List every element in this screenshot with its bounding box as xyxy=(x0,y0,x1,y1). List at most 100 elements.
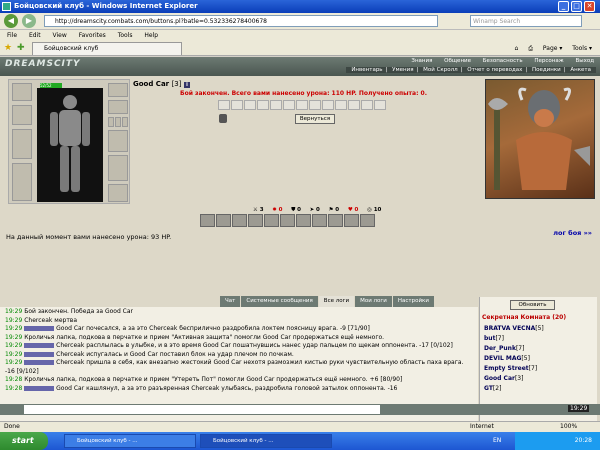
home-icon[interactable]: ⌂ xyxy=(514,45,518,52)
link-character[interactable]: Персонаж xyxy=(534,58,563,64)
close-button[interactable]: ✕ xyxy=(584,1,595,12)
top-links: Знания Общение Безопасность Персонаж Вых… xyxy=(401,58,594,64)
skill-slot[interactable] xyxy=(264,214,279,227)
chat-message-input[interactable] xyxy=(24,405,380,414)
info-icon[interactable]: i xyxy=(183,82,190,88)
link-knowledge[interactable]: Знания xyxy=(411,58,432,64)
amulet-slot[interactable] xyxy=(108,100,128,114)
ring-slot-2[interactable] xyxy=(115,117,121,127)
task-ie-2[interactable]: Бойцовский клуб - ... xyxy=(200,434,332,448)
tab-system-messages[interactable]: Системные сообщения xyxy=(241,296,318,307)
skill-slot[interactable] xyxy=(296,214,311,227)
tab-all-logs[interactable]: Все логи xyxy=(318,296,355,307)
item-slot[interactable] xyxy=(218,100,230,110)
start-button[interactable]: start xyxy=(0,432,48,450)
list-item[interactable]: BRATVA VECNA[5] xyxy=(484,324,544,334)
item-slot[interactable] xyxy=(348,100,360,110)
link-inventory[interactable]: Инвентарь xyxy=(351,67,382,73)
skill-slot[interactable] xyxy=(232,214,247,227)
ring-slot-3[interactable] xyxy=(122,117,128,127)
print-icon[interactable]: ⎙ xyxy=(528,45,533,52)
list-item[interactable]: Good Car[3] xyxy=(484,374,544,384)
link-my-scroll[interactable]: Мой Скролл xyxy=(423,67,457,73)
helmet-slot[interactable] xyxy=(12,83,32,101)
shield-slot[interactable] xyxy=(108,155,128,181)
language-indicator[interactable]: EN xyxy=(493,432,501,450)
item-slot[interactable] xyxy=(296,100,308,110)
zoom-level[interactable]: 100% xyxy=(560,422,577,432)
link-transfers[interactable]: Отчет о переводах xyxy=(467,67,522,73)
list-item[interactable]: Der_Punk[7] xyxy=(484,344,544,354)
maximize-button[interactable]: □ xyxy=(571,1,582,12)
chat-line: 19:29 Chercеak мертва xyxy=(5,316,78,324)
opponent-portrait xyxy=(485,79,595,199)
page-menu[interactable]: Page ▾ xyxy=(543,45,562,52)
tab-settings[interactable]: Настройки xyxy=(392,296,434,307)
link-chat[interactable]: Общение xyxy=(444,58,471,64)
minimize-button[interactable]: _ xyxy=(558,1,569,12)
link-security[interactable]: Безопасность xyxy=(483,58,523,64)
skill-slot[interactable] xyxy=(248,214,263,227)
skill-slot[interactable] xyxy=(200,214,215,227)
item-slot[interactable] xyxy=(335,100,347,110)
item-slot[interactable] xyxy=(231,100,243,110)
link-exit[interactable]: Выход xyxy=(575,58,594,64)
skill-slot[interactable] xyxy=(280,214,295,227)
weapon-slot[interactable] xyxy=(12,129,32,159)
task-ie-1[interactable]: Бойцовский клуб - ... xyxy=(64,434,196,448)
item-slot[interactable] xyxy=(270,100,282,110)
zone-label: Internet xyxy=(470,423,494,430)
item-slot[interactable] xyxy=(309,100,321,110)
url-field[interactable]: http://dreamscity.combats.com/buttons.pl… xyxy=(44,15,438,27)
skill-slot[interactable] xyxy=(360,214,375,227)
link-fights[interactable]: Поединки xyxy=(532,67,561,73)
skill-slot[interactable] xyxy=(312,214,327,227)
list-item[interactable]: DEVIL MAG[5] xyxy=(484,354,544,364)
fight-result-message: Бой закончен. Всего вами нанесено урона:… xyxy=(180,90,428,97)
link-profile[interactable]: Анкета xyxy=(570,67,591,73)
skill-slot[interactable] xyxy=(216,214,231,227)
gloves-slot[interactable] xyxy=(108,130,128,152)
player-name[interactable]: Good Car xyxy=(133,80,169,88)
game-logo: DREAMSCITY xyxy=(5,59,81,69)
item-slot[interactable] xyxy=(374,100,386,110)
tab-game[interactable]: Бойцовский клуб xyxy=(32,42,182,55)
bracers-slot[interactable] xyxy=(12,105,32,125)
list-item[interactable]: GT[2] xyxy=(484,384,544,394)
list-item[interactable]: but[7] xyxy=(484,334,544,344)
return-button[interactable]: Вернуться xyxy=(295,114,335,124)
tab-my-logs[interactable]: Мои логи xyxy=(355,296,392,307)
hp-bar-icon xyxy=(24,326,55,331)
menu-help[interactable]: Help xyxy=(144,32,158,39)
menu-file[interactable]: File xyxy=(7,32,17,39)
boots-slot[interactable] xyxy=(108,184,128,202)
search-input[interactable]: Winamp Search xyxy=(470,15,582,27)
link-skills[interactable]: Умения xyxy=(392,67,413,73)
list-item[interactable]: Empty Street[7] xyxy=(484,364,544,374)
menu-edit[interactable]: Edit xyxy=(29,32,41,39)
player-level: [3] xyxy=(171,80,182,88)
armor-slot[interactable] xyxy=(12,163,32,201)
back-arrow-icon[interactable]: ◀ xyxy=(4,14,18,28)
menu-view[interactable]: View xyxy=(53,32,67,39)
item-slot[interactable] xyxy=(361,100,373,110)
refresh-button[interactable]: Обновить xyxy=(510,300,555,310)
forward-arrow-icon[interactable]: ▶ xyxy=(22,14,36,28)
tools-menu[interactable]: Tools ▾ xyxy=(572,45,592,52)
fight-log-link[interactable]: лог боя »» xyxy=(553,229,592,237)
ring-slot-1[interactable] xyxy=(108,117,114,127)
tab-chat[interactable]: Чат xyxy=(220,296,241,307)
skill-slot[interactable] xyxy=(328,214,343,227)
item-slot[interactable] xyxy=(322,100,334,110)
stat-counters: ⚑ 0 xyxy=(328,207,340,213)
favorites-star-icon[interactable]: ★ xyxy=(4,43,12,53)
menu-favorites[interactable]: Favorites xyxy=(79,32,106,39)
menu-tools[interactable]: Tools xyxy=(118,32,133,39)
skill-slot[interactable] xyxy=(344,214,359,227)
stat-dodges: ➤ 0 xyxy=(309,207,320,213)
item-slot[interactable] xyxy=(244,100,256,110)
item-slot[interactable] xyxy=(257,100,269,110)
item-slot[interactable] xyxy=(283,100,295,110)
earrings-slot[interactable] xyxy=(108,83,128,97)
add-favorite-icon[interactable]: ✚ xyxy=(17,43,25,53)
